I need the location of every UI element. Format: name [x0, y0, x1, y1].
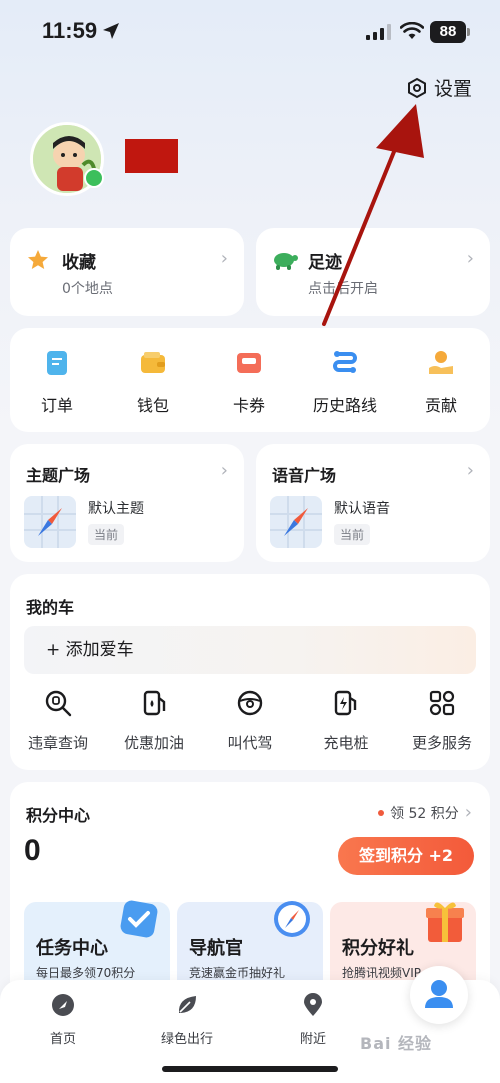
my-car-title: 我的车 [26, 598, 75, 617]
theme-square-card[interactable]: 主题广场 › 默认主题 当前 [10, 444, 244, 562]
turtle-icon [274, 253, 298, 270]
location-pin-icon [304, 993, 322, 1016]
add-car-button[interactable]: + 添加爱车 [24, 626, 476, 674]
service-label: 违章查询 [27, 734, 88, 752]
voice-thumbnail [270, 496, 322, 548]
tool-label: 历史路线 [312, 396, 377, 415]
tool-route-history[interactable]: 历史路线 [300, 348, 390, 416]
theme-current-tag: 当前 [88, 524, 125, 545]
service-charging[interactable]: 充电桩 [298, 688, 394, 753]
tool-label: 订单 [40, 396, 73, 415]
tile-subtitle: 竞速赢金币抽好礼 [189, 966, 286, 980]
points-title: 积分中心 [26, 806, 91, 825]
service-more[interactable]: 更多服务 [394, 688, 490, 753]
leaf-icon [178, 996, 196, 1013]
favorites-card[interactable]: 收藏 0个地点 › [10, 228, 244, 316]
theme-square-title: 主题广场 [26, 466, 91, 485]
checkmark-badge-icon [120, 900, 158, 938]
home-indicator [162, 1066, 338, 1072]
favorites-title: 收藏 [62, 253, 96, 273]
theme-name: 默认主题 [88, 501, 144, 517]
tab-green-travel[interactable]: 绿色出行 [142, 992, 232, 1047]
gear-icon [408, 77, 426, 98]
compass-needle-icon [270, 496, 322, 548]
chevron-right-icon: › [466, 248, 474, 269]
chevron-right-icon: › [466, 460, 474, 481]
tile-title: 任务中心 [36, 938, 108, 959]
theme-thumbnail [24, 496, 76, 548]
tool-label: 贡献 [424, 396, 457, 415]
voice-square-card[interactable]: 语音广场 › 默认语音 当前 [256, 444, 490, 562]
voice-current-tag: 当前 [334, 524, 371, 545]
tool-label: 钱包 [136, 396, 169, 415]
chevron-right-icon: › [220, 248, 228, 269]
status-time: 11:59 [42, 18, 98, 43]
order-icon [47, 351, 67, 375]
wallet-icon [141, 352, 165, 373]
tab-nearby[interactable]: 附近 [268, 992, 358, 1047]
redacted-username [125, 139, 178, 173]
route-history-icon [333, 351, 357, 373]
service-label: 优惠加油 [123, 734, 184, 752]
user-icon [425, 980, 453, 1008]
footprints-card[interactable]: 足迹 点击后开启 › [256, 228, 490, 316]
voice-name: 默认语音 [334, 501, 390, 517]
location-arrow-icon [103, 23, 119, 39]
sign-in-points-button[interactable]: 签到积分 +2 [338, 837, 474, 875]
tool-coupon[interactable]: 卡券 [204, 348, 294, 416]
claim-points-label: 领 52 积分 [390, 805, 459, 822]
tab-label: 附近 [299, 1032, 326, 1047]
steering-wheel-icon [237, 690, 263, 716]
tool-order[interactable]: 订单 [12, 348, 102, 416]
tile-title: 积分好礼 [342, 938, 414, 959]
cellular-signal-icon [366, 24, 391, 40]
wifi-icon [400, 22, 424, 39]
gift-box-icon [426, 902, 464, 942]
service-label: 充电桩 [323, 734, 369, 752]
tile-subtitle: 每日最多领70积分 [36, 966, 136, 980]
chevron-right-icon: › [464, 802, 472, 823]
service-label: 叫代驾 [227, 734, 273, 752]
red-dot-icon [378, 809, 385, 816]
footprints-title: 足迹 [308, 253, 342, 273]
tab-me[interactable] [410, 966, 468, 1024]
violation-search-icon [45, 690, 72, 717]
tool-label: 卡券 [232, 396, 265, 415]
service-designated-driver[interactable]: 叫代驾 [202, 688, 298, 753]
charging-pile-icon [334, 690, 357, 716]
watermark: Bai 经验 [360, 1034, 433, 1053]
contribute-icon [429, 351, 453, 374]
chevron-right-icon: › [220, 460, 228, 481]
settings-button[interactable]: 设置 [406, 74, 472, 101]
claim-points-link[interactable]: 领 52 积分 › [378, 802, 472, 823]
home-icon [52, 994, 74, 1016]
fuel-icon [143, 690, 166, 716]
service-label: 更多服务 [411, 734, 472, 752]
tool-wallet[interactable]: 钱包 [108, 348, 198, 416]
voice-square-title: 语音广场 [272, 466, 337, 485]
wechat-badge-icon [84, 168, 104, 188]
footprints-subtitle: 点击后开启 [308, 281, 378, 297]
my-car-card: 我的车 + 添加爱车 违章查询 优惠加油 叫代驾 充电桩 更多服务 [10, 574, 490, 770]
tab-label: 绿色出行 [160, 1032, 213, 1047]
coupon-icon [237, 353, 261, 373]
tools-card: 订单 钱包 卡券 历史路线 贡献 [10, 328, 490, 432]
service-fuel[interactable]: 优惠加油 [106, 688, 202, 753]
compass-icon [274, 901, 310, 937]
tab-home[interactable]: 首页 [18, 992, 108, 1047]
settings-label: 设置 [434, 78, 473, 100]
battery-indicator: 88 [430, 21, 470, 43]
service-violation[interactable]: 违章查询 [10, 688, 106, 753]
tab-label: 首页 [49, 1032, 76, 1047]
points-value: 0 [24, 834, 41, 867]
compass-needle-icon [24, 496, 76, 548]
star-icon [28, 250, 48, 269]
favorites-subtitle: 0个地点 [62, 281, 113, 297]
tile-title: 导航官 [189, 938, 243, 959]
tool-contribute[interactable]: 贡献 [396, 348, 486, 416]
more-services-icon [429, 690, 455, 716]
status-bar: 11:59 88 [0, 0, 500, 66]
